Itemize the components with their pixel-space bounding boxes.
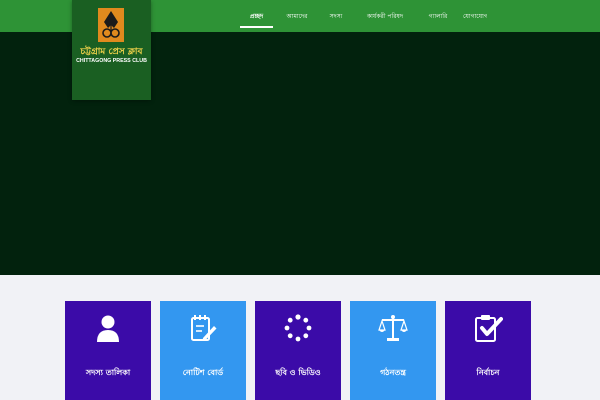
tile-photo-video[interactable]: ছবি ও ভিডিও	[255, 301, 341, 400]
nav-item-executive-council[interactable]: কার্যকরী পরিষদ	[358, 10, 412, 24]
tile-election[interactable]: নির্বাচন	[445, 301, 531, 400]
site-logo[interactable]: চট্টগ্রাম প্রেস ক্লাব CHITTAGONG PRESS C…	[72, 0, 151, 100]
tile-label: নোটিশ বোর্ড	[182, 368, 224, 377]
user-icon	[97, 315, 119, 342]
nav-item-contact[interactable]: যোগাযোগ	[463, 10, 487, 24]
logo-english-name: CHITTAGONG PRESS CLUB	[76, 58, 147, 64]
nav-item-gallery[interactable]: গ্যালারি	[424, 10, 452, 24]
tile-constitution[interactable]: গঠনতন্ত্র	[350, 301, 436, 400]
nav-item-members[interactable]: সদস্য	[325, 10, 347, 24]
tile-label: ছবি ও ভিডিও	[275, 368, 321, 377]
nav-item-home[interactable]: প্রচ্ছদ	[240, 10, 273, 24]
tile-label: গঠনতন্ত্র	[380, 368, 406, 377]
tile-label: নির্বাচন	[476, 368, 500, 377]
scales-of-justice-icon	[378, 315, 408, 341]
clipboard-check-icon	[475, 315, 503, 342]
tile-label: সদস্য তালিকা	[85, 368, 131, 377]
notepad-pencil-icon	[191, 315, 217, 341]
pen-nib-emblem-icon	[98, 8, 124, 42]
active-nav-indicator	[240, 26, 273, 28]
nav-item-about[interactable]: আমাদের	[282, 10, 312, 24]
loading-spinner-icon	[284, 314, 312, 342]
logo-bengali-name: চট্টগ্রাম প্রেস ক্লাব	[80, 47, 143, 57]
quick-links: সদস্য তালিকা নোটিশ বোর্ড ছবি ও ভিডিও গঠন…	[0, 301, 600, 400]
tile-member-list[interactable]: সদস্য তালিকা	[65, 301, 151, 400]
tile-notice-board[interactable]: নোটিশ বোর্ড	[160, 301, 246, 400]
